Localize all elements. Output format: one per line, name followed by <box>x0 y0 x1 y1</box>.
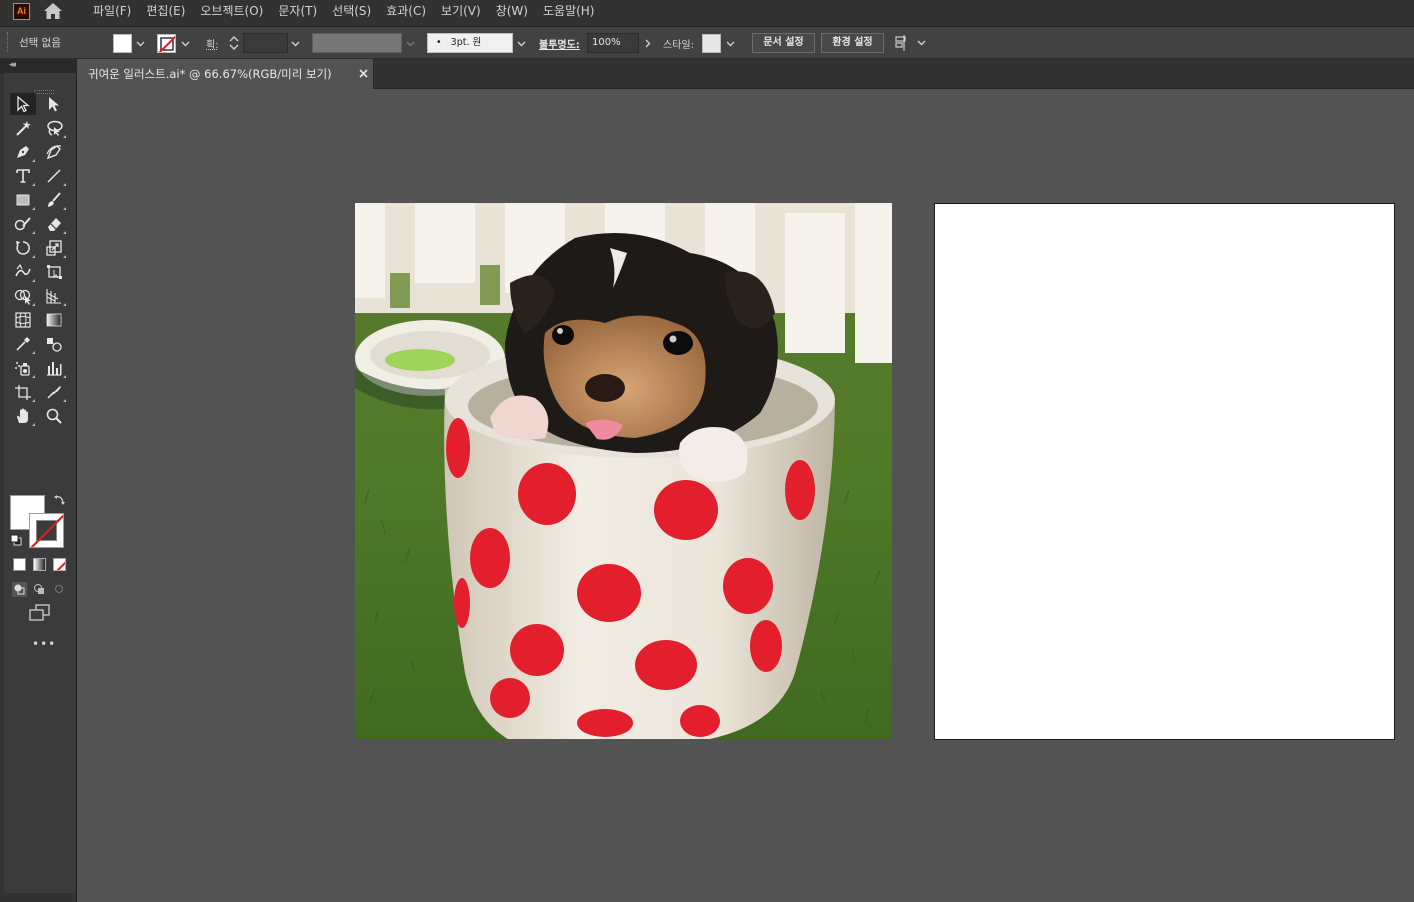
selection-status: 선택 없음 <box>19 37 61 49</box>
menu-bar: Ai 파일(F) 편집(E) 오브젝트(O) 문자(T) 선택(S) 효과(C)… <box>0 0 1414 27</box>
stroke-chevron-down-icon[interactable] <box>180 38 191 49</box>
close-icon[interactable] <box>359 69 368 78</box>
shaper-tool-icon[interactable] <box>10 213 36 235</box>
hand-tool-icon[interactable] <box>10 405 36 427</box>
swap-fill-stroke-icon[interactable] <box>53 493 66 506</box>
opacity-input[interactable]: 100% <box>587 33 639 53</box>
stroke-color-box[interactable] <box>29 513 64 548</box>
blend-tool-icon[interactable] <box>41 333 67 355</box>
style-label: 스타일: <box>663 40 694 51</box>
zoom-tool-icon[interactable] <box>41 405 67 427</box>
free-transform-tool-icon[interactable] <box>41 261 67 283</box>
menu-file[interactable]: 파일(F) <box>93 0 131 23</box>
document-tab[interactable]: 귀여운 일러스트.ai* @ 66.67%(RGB/미리 보기) <box>78 59 374 89</box>
fill-chevron-down-icon[interactable] <box>135 38 146 49</box>
selection-tool-icon[interactable] <box>10 93 36 115</box>
fill-color-swatch[interactable] <box>113 34 132 53</box>
mesh-tool-icon[interactable] <box>10 309 36 331</box>
brush-chevron-down-icon[interactable] <box>516 38 527 49</box>
arrange-chevron-down-icon[interactable] <box>916 37 927 48</box>
column-graph-tool-icon[interactable] <box>41 357 67 379</box>
edit-toolbar-button[interactable]: ••• <box>32 637 56 651</box>
control-bar-grip[interactable] <box>7 32 9 52</box>
opacity-label[interactable]: 불투명도: <box>539 36 580 51</box>
menu-edit[interactable]: 편집(E) <box>146 0 185 23</box>
symbol-sprayer-tool-icon[interactable] <box>10 357 36 379</box>
shape-builder-tool-icon[interactable] <box>10 285 36 307</box>
none-mode-icon[interactable] <box>53 558 66 571</box>
slice-tool-icon[interactable] <box>41 381 67 403</box>
placed-puppy-image[interactable] <box>355 203 892 739</box>
eraser-tool-icon[interactable] <box>41 213 67 235</box>
artboard-tool-icon[interactable] <box>10 381 36 403</box>
opacity-chevron-right-icon[interactable] <box>642 38 653 49</box>
stroke-weight-stepper[interactable] <box>227 33 241 53</box>
default-fill-stroke-icon[interactable] <box>10 534 22 546</box>
direct-selection-tool-icon[interactable] <box>41 93 67 115</box>
scale-tool-icon[interactable] <box>41 237 67 259</box>
menu-type[interactable]: 문자(T) <box>278 0 317 23</box>
canvas-area[interactable] <box>78 90 1414 902</box>
document-tab-title: 귀여운 일러스트.ai* @ 66.67%(RGB/미리 보기) <box>88 67 332 81</box>
draw-normal-icon[interactable] <box>12 582 27 597</box>
lasso-tool-icon[interactable] <box>41 117 67 139</box>
width-tool-icon[interactable] <box>10 261 36 283</box>
variable-width-profile[interactable] <box>312 33 402 53</box>
menu-window[interactable]: 창(W) <box>496 0 528 23</box>
control-bar: 선택 없음 획: • 3pt. 원 불투명도: 100% 스타일: 문서 설정 … <box>0 27 1414 59</box>
none-slash-icon <box>30 514 63 547</box>
arrange-documents-icon[interactable] <box>894 34 914 52</box>
draw-inside-icon[interactable] <box>52 582 67 597</box>
profile-chevron-down-icon[interactable] <box>405 38 416 49</box>
tools-panel-header: ◂◂ <box>0 59 77 74</box>
rotate-tool-icon[interactable] <box>10 237 36 259</box>
brush-definition[interactable]: • 3pt. 원 <box>427 33 513 53</box>
artboard[interactable] <box>934 203 1395 740</box>
pen-tool-icon[interactable] <box>10 141 36 163</box>
none-slash-icon <box>158 35 175 52</box>
stroke-weight-input[interactable] <box>243 33 288 53</box>
draw-behind-icon[interactable] <box>32 582 47 597</box>
menu-select[interactable]: 선택(S) <box>332 0 371 23</box>
stroke-color-swatch[interactable] <box>157 34 176 53</box>
menu-help[interactable]: 도움말(H) <box>543 0 595 23</box>
color-mode-icon[interactable] <box>13 558 26 571</box>
menu-object[interactable]: 오브젝트(O) <box>200 0 263 23</box>
magic-wand-tool-icon[interactable] <box>10 117 36 139</box>
change-screen-mode-icon[interactable] <box>28 604 51 622</box>
stroke-weight-label[interactable]: 획: <box>206 36 219 51</box>
perspective-grid-tool-icon[interactable] <box>41 285 67 307</box>
rectangle-tool-icon[interactable] <box>10 189 36 211</box>
menu-view[interactable]: 보기(V) <box>441 0 481 23</box>
menu-items: 파일(F) 편집(E) 오브젝트(O) 문자(T) 선택(S) 효과(C) 보기… <box>93 0 610 23</box>
illustrator-logo-icon: Ai <box>13 3 30 20</box>
gradient-mode-icon[interactable] <box>33 558 46 571</box>
gradient-tool-icon[interactable] <box>41 309 67 331</box>
curvature-tool-icon[interactable] <box>41 141 67 163</box>
line-segment-tool-icon[interactable] <box>41 165 67 187</box>
style-chevron-down-icon[interactable] <box>725 38 736 49</box>
paintbrush-tool-icon[interactable] <box>41 189 67 211</box>
tools-list <box>4 73 76 893</box>
document-setup-button[interactable]: 문서 설정 <box>752 33 815 53</box>
stroke-weight-chevron-down-icon[interactable] <box>290 38 301 49</box>
collapse-panel-icon[interactable]: ◂◂ <box>9 60 16 70</box>
home-icon[interactable] <box>43 2 63 20</box>
type-tool-icon[interactable] <box>10 165 36 187</box>
menu-effect[interactable]: 효과(C) <box>386 0 426 23</box>
graphic-style-swatch[interactable] <box>702 34 721 53</box>
eyedropper-tool-icon[interactable] <box>10 333 36 355</box>
tools-panel: ◂◂ ••• <box>0 59 77 902</box>
document-tab-strip: 귀여운 일러스트.ai* @ 66.67%(RGB/미리 보기) <box>78 59 1414 89</box>
preferences-button[interactable]: 환경 설정 <box>821 33 884 53</box>
